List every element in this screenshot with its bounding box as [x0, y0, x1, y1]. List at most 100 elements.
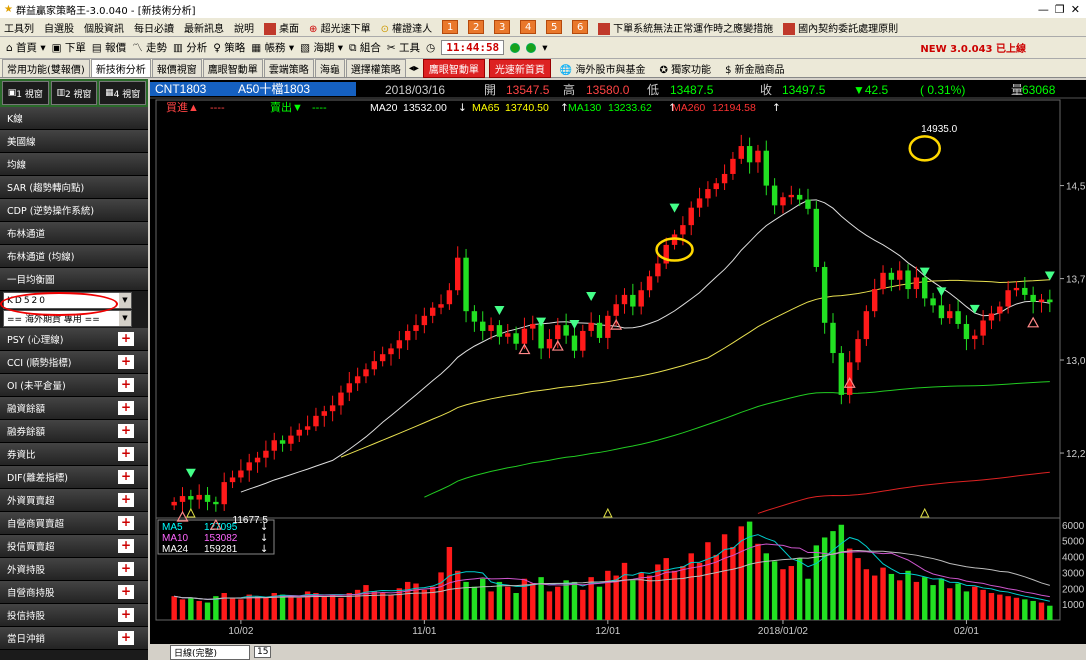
add-icon[interactable]: + — [118, 424, 134, 438]
notice-link-2[interactable]: 國內契約委託處理原則 — [783, 20, 898, 35]
period-select[interactable]: 日線(完整) — [170, 644, 250, 660]
quick-btn-2[interactable]: 2 — [468, 20, 485, 34]
add-icon[interactable]: + — [118, 355, 134, 369]
indicator-sar[interactable]: SAR (趨勢轉向點) — [0, 176, 148, 199]
clock-icon: ◷ — [426, 41, 436, 54]
menu-warrant[interactable]: ⊙ 權證達人 — [381, 20, 433, 35]
indicator-plus-item[interactable]: 融券餘額 + — [0, 420, 148, 443]
tab-option-strategy[interactable]: 選擇權策略 — [345, 59, 406, 77]
add-icon[interactable]: + — [118, 585, 134, 599]
quick-btn-1[interactable]: 1 — [442, 20, 459, 34]
indicator-plus-item[interactable]: 當日沖銷 + — [0, 627, 148, 650]
menu-stock-info[interactable]: 個股資訊 — [84, 20, 124, 35]
add-icon[interactable]: + — [118, 493, 134, 507]
volume-bar — [1047, 605, 1053, 620]
menu-fast-order[interactable]: ⊕ 超光速下單 — [309, 20, 371, 35]
indicator-ichimoku[interactable]: 一目均衡圖 — [0, 268, 148, 291]
volume-bar — [963, 591, 970, 620]
add-icon[interactable]: + — [118, 539, 134, 553]
one-window-button[interactable]: ▣ 1 視窗 — [2, 81, 49, 105]
quick-btn-3[interactable]: 3 — [494, 20, 511, 34]
tools-button[interactable]: ✂ 工具 — [387, 40, 420, 55]
tab-eagle-eye[interactable]: 鷹眼智動單 — [202, 59, 263, 77]
add-icon[interactable]: + — [118, 401, 134, 415]
minimize-icon[interactable]: — — [1038, 3, 1049, 16]
indicator-plus-item[interactable]: 自營商買賣超 + — [0, 512, 148, 535]
indicator-ma[interactable]: 均線 — [0, 153, 148, 176]
indicator-plus-item[interactable]: 投信持股 + — [0, 604, 148, 627]
indicator-ohlc[interactable]: 美國線 — [0, 130, 148, 153]
add-icon[interactable]: + — [118, 608, 134, 622]
add-icon[interactable]: + — [118, 332, 134, 346]
close-icon[interactable]: ✕ — [1071, 3, 1080, 16]
indicator-cdp[interactable]: CDP (逆勢操作系統) — [0, 199, 148, 222]
analysis-button[interactable]: ▥ 分析 — [173, 40, 207, 55]
strategy-button[interactable]: ♀ 策略 — [213, 40, 245, 55]
quick-btn-5[interactable]: 5 — [546, 20, 563, 34]
volume-bar — [379, 593, 386, 620]
indicator-plus-item[interactable]: OI (未平倉量) + — [0, 374, 148, 397]
menu-desktop[interactable]: 桌面 — [264, 20, 299, 35]
new-financial-product-button[interactable]: $ 新金融商品 — [720, 60, 790, 77]
quick-btn-4[interactable]: 4 — [520, 20, 537, 34]
indicator-plus-item[interactable]: 融資餘額 + — [0, 397, 148, 420]
home-button[interactable]: ⌂ 首頁 ▾ — [6, 40, 46, 55]
indicator-bollinger-ma[interactable]: 布林通道 (均線) — [0, 245, 148, 268]
indicator-kline[interactable]: K線 — [0, 107, 148, 130]
tab-scroll-arrows[interactable]: ◂▸ — [409, 63, 419, 74]
candle-body — [513, 333, 519, 344]
indicator-plus-item[interactable]: CCI (順勢指標) + — [0, 351, 148, 374]
chart-area[interactable]: CNT1803 A50十檔1803 2018/03/16 開 13547.5 高 13580… — [150, 80, 1086, 660]
exclusive-function-button[interactable]: ✪ 獨家功能 — [655, 60, 717, 77]
add-icon[interactable]: + — [118, 631, 134, 645]
tab-turtle[interactable]: 海龜 — [314, 59, 345, 77]
menu-help[interactable]: 說明 — [234, 20, 254, 35]
volume-bar — [830, 531, 836, 620]
menu-watchlist[interactable]: 自選股 — [44, 20, 74, 35]
indicator-plus-item[interactable]: PSY (心理線) + — [0, 328, 148, 351]
add-icon[interactable]: + — [118, 378, 134, 392]
add-icon[interactable]: + — [118, 470, 134, 484]
indicator-bollinger[interactable]: 布林通道 — [0, 222, 148, 245]
dropdown-arrow-icon[interactable]: ▾ — [542, 42, 547, 54]
menu-news[interactable]: 最新訊息 — [184, 20, 224, 35]
two-window-button[interactable]: ▥ 2 視窗 — [50, 81, 98, 105]
menu-tools[interactable]: 工具列 — [4, 20, 34, 35]
indicator-plus-item[interactable]: 券資比 + — [0, 443, 148, 466]
new-version-notice[interactable]: NEW 3.0.043 已上線 — [920, 40, 1026, 55]
tab-cloud-strategy[interactable]: 雲端策略 — [263, 59, 314, 77]
indicator-plus-item[interactable]: 自營商持股 + — [0, 581, 148, 604]
indicator-plus-item[interactable]: DIF(離差指標) + — [0, 466, 148, 489]
volume-bar — [229, 597, 236, 620]
tab-new-tech-analysis[interactable]: 新技術分析 — [90, 59, 151, 77]
menu-bar: 工具列 自選股 個股資訊 每日必讀 最新訊息 說明 桌面 ⊕ 超光速下單 ⊙ 權… — [0, 18, 1086, 37]
eagle-eye-order-button[interactable]: 鷹眼智動單 — [422, 58, 485, 78]
candle-body — [738, 146, 744, 159]
overseas-futures-button[interactable]: ▧ 海期 ▾ — [300, 40, 343, 55]
vol-ma-value: 153082 — [204, 533, 238, 544]
tab-common[interactable]: 常用功能(雙報價) — [2, 59, 90, 77]
indicator-plus-item[interactable]: 外資持股 + — [0, 558, 148, 581]
add-icon[interactable]: + — [118, 447, 134, 461]
combo-button[interactable]: ⧉ 組合 — [349, 40, 381, 55]
indicator-plus-item[interactable]: 投信買賣超 + — [0, 535, 148, 558]
add-icon[interactable]: + — [118, 516, 134, 530]
order-button[interactable]: ▣ 下單 — [52, 40, 86, 55]
restore-icon[interactable]: ❐ — [1055, 3, 1065, 16]
quick-btn-6[interactable]: 6 — [572, 20, 589, 34]
overseas-market-button[interactable]: 🌐 海外股市與基金 — [555, 60, 651, 77]
fast-homepage-button[interactable]: 光速新首頁 — [488, 58, 551, 78]
volume-bar — [329, 594, 336, 620]
indicator-plus-item[interactable]: 外資買賣超 + — [0, 489, 148, 512]
volume-bar — [1030, 600, 1036, 620]
account-button[interactable]: ▦ 帳務 ▾ — [251, 40, 294, 55]
notice-link-1[interactable]: 下單系統無法正常運作時之應變措施 — [598, 20, 773, 35]
tab-quote-window[interactable]: 報價視窗 — [151, 59, 202, 77]
candlestick-chart[interactable]: CNT1803 A50十檔1803 2018/03/16 開 13547.5 高 13580… — [150, 80, 1086, 644]
menu-daily[interactable]: 每日必讀 — [134, 20, 174, 35]
bar-count-input[interactable]: 15 — [254, 646, 272, 658]
trend-button[interactable]: 〽 走勢 — [132, 40, 167, 55]
quote-button[interactable]: ▤ 報價 — [92, 40, 126, 55]
four-window-button[interactable]: ▦ 4 視窗 — [99, 81, 147, 105]
add-icon[interactable]: + — [118, 562, 134, 576]
